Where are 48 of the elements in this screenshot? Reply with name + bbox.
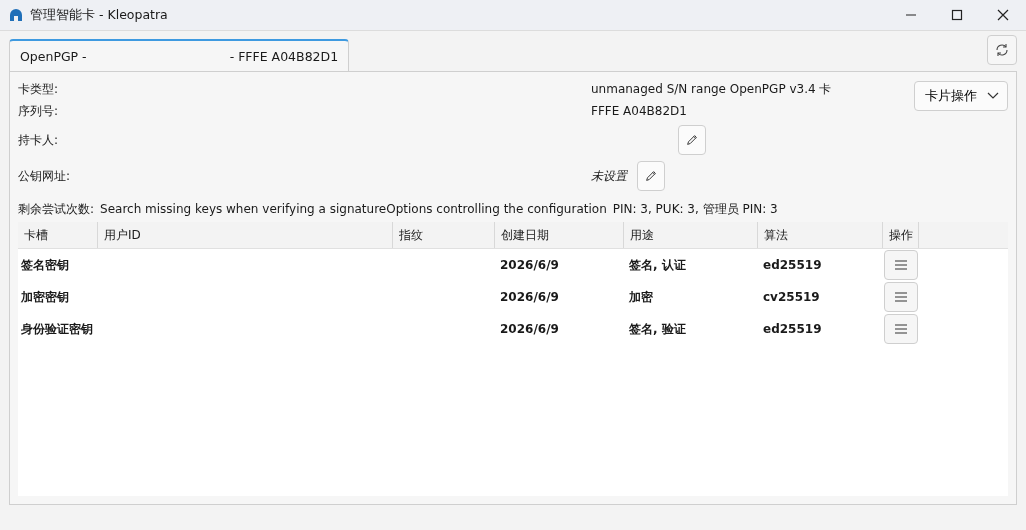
refresh-button[interactable]	[987, 35, 1017, 65]
refresh-icon	[994, 42, 1010, 58]
menu-button[interactable]	[884, 314, 918, 344]
app-logo-icon	[9, 8, 23, 22]
column-header[interactable]: 算法	[758, 222, 883, 248]
table-cell-text: 签名, 认证	[628, 256, 687, 274]
card-actions-dropdown[interactable]: 卡片操作	[914, 81, 1008, 111]
pencil-icon	[644, 168, 658, 184]
column-header[interactable]: 操作	[883, 222, 919, 248]
card-tab[interactable]: OpenPGP - - FFFE A04B82D1	[9, 39, 350, 71]
menu-icon	[894, 323, 908, 335]
chevron-down-icon	[987, 92, 999, 100]
field-label: 公钥网址:	[18, 167, 71, 185]
column-header[interactable]: 用户ID	[98, 222, 393, 248]
table-cell-text: ed25519	[762, 322, 823, 336]
table-cell-text: 加密密钥	[20, 288, 70, 306]
field-label: 持卡人:	[18, 131, 59, 149]
table-cell-text: 身份验证密钥	[20, 320, 94, 338]
column-header[interactable]: 卡槽	[18, 222, 98, 248]
window-title: 管理智能卡 - Kleopatra	[30, 6, 169, 24]
field-value: unmanaged S/N range OpenPGP v3.4 卡	[591, 80, 832, 98]
edit-button[interactable]	[637, 161, 665, 191]
close-icon	[997, 9, 1009, 21]
menu-icon	[894, 259, 908, 271]
menu-icon	[894, 291, 908, 303]
pencil-icon	[685, 132, 699, 148]
table-cell-text: cv25519	[762, 290, 821, 304]
table-cell-text: 2026/6/9	[499, 322, 560, 336]
menu-button[interactable]	[884, 282, 918, 312]
retries-description: Search missing keys when verifying a signatureOptions controlling the configuration	[100, 202, 607, 216]
table-cell-text: 2026/6/9	[499, 290, 560, 304]
menu-button[interactable]	[884, 250, 918, 280]
field-value: FFFE A04B82D1	[591, 104, 687, 118]
retries-label: 剩余尝试次数:	[18, 200, 95, 218]
column-header[interactable]: 指纹	[393, 222, 495, 248]
column-header[interactable]: 创建日期	[495, 222, 624, 248]
retries-value: PIN: 3, PUK: 3, 管理员 PIN: 3	[612, 200, 778, 218]
field-value: 未设置	[591, 167, 627, 185]
column-header[interactable]: 用途	[624, 222, 758, 248]
maximize-icon	[951, 9, 963, 21]
field-label: 序列号:	[18, 102, 59, 120]
field-label: 卡类型:	[18, 80, 59, 98]
table-cell-text: 2026/6/9	[499, 258, 560, 272]
table-cell-text: 签名密钥	[20, 256, 70, 274]
edit-button[interactable]	[678, 125, 706, 155]
table-cell-text: 加密	[628, 288, 654, 306]
table-cell-text: ed25519	[762, 258, 823, 272]
table-cell-text: 签名, 验证	[628, 320, 687, 338]
